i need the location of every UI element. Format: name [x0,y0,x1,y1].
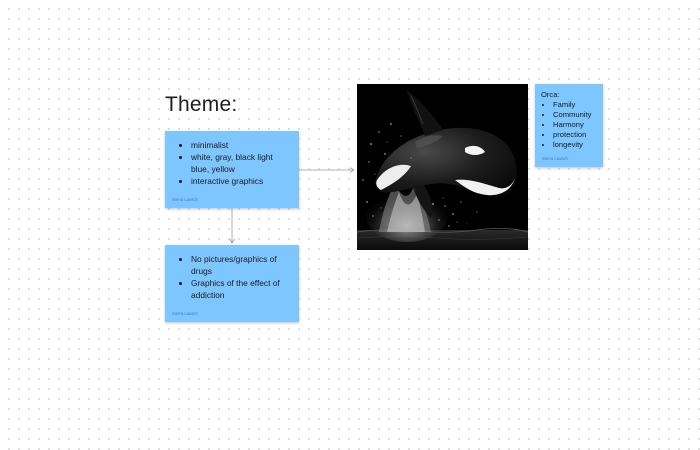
orca-image[interactable] [357,84,528,250]
sticky-author: Sierra Lausch [542,156,568,161]
sticky-note-rules[interactable]: No pictures/graphics of drugs Graphics o… [165,245,299,322]
orca-item-protection: protection [553,130,597,140]
theme-list: minimalist white, gray, black light blue… [173,139,291,187]
orca-illustration [357,84,528,250]
sticky-note-orca[interactable]: Orca: Family Community Harmony protectio… [535,84,603,167]
connector-arrowhead-right [349,167,355,173]
sticky-author: Sierra Lausch [172,197,198,202]
orca-heading: Orca: [541,90,560,99]
theme-item-colors: white, gray, black light blue, yellow [191,151,291,175]
orca-item-longevity: longevity [553,140,597,150]
rules-item-addiction: Graphics of the effect of addiction [191,277,291,301]
theme-item-interactive: interactive graphics [191,175,291,187]
orca-item-community: Community [553,110,597,120]
sticky-author: Sierra Lausch [172,311,198,316]
orca-item-family: Family [553,100,597,110]
connector-arrowhead-down [229,238,235,244]
sticky-note-theme[interactable]: minimalist white, gray, black light blue… [165,131,299,208]
theme-item-minimalist: minimalist [191,139,291,151]
rules-item-no-drugs: No pictures/graphics of drugs [191,253,291,277]
orca-item-harmony: Harmony [553,120,597,130]
orca-list: Family Community Harmony protection long… [541,100,597,150]
rules-list: No pictures/graphics of drugs Graphics o… [173,253,291,301]
board-title[interactable]: Theme: [165,93,237,117]
connector-lines[interactable] [0,0,700,450]
